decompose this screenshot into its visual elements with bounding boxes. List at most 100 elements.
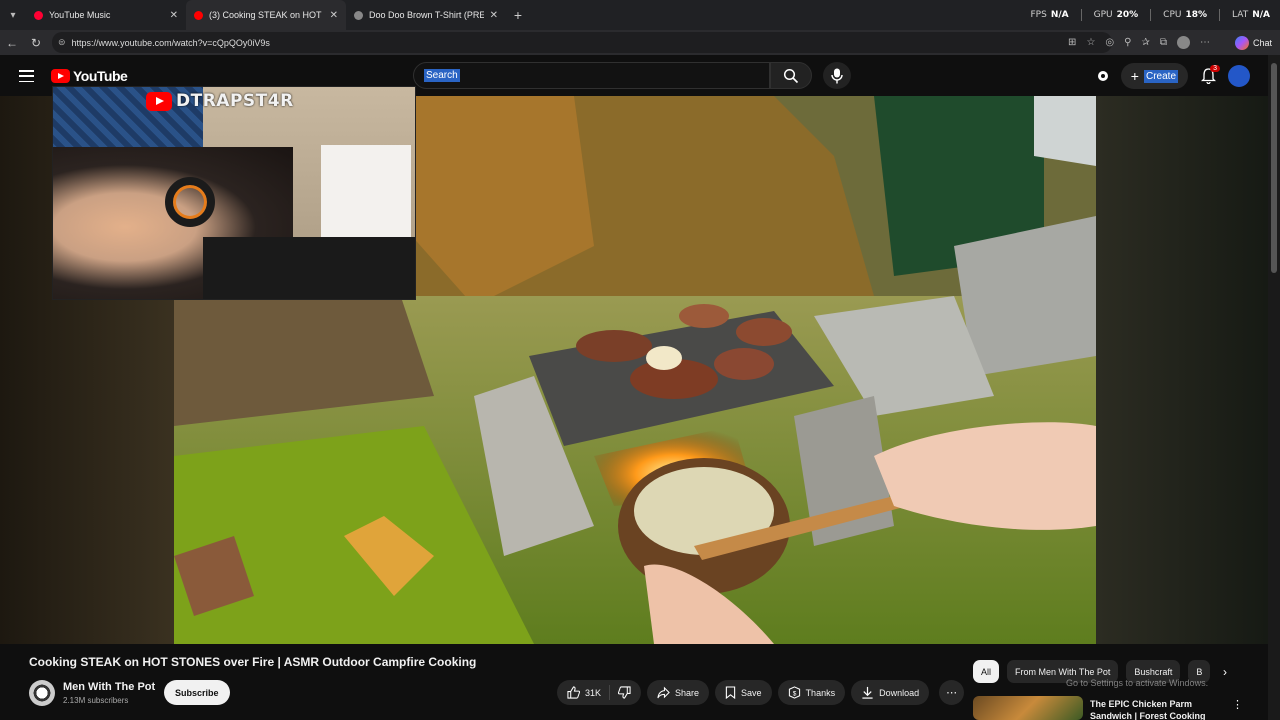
page-scrollbar[interactable]	[1268, 55, 1280, 720]
thanks-label: Thanks	[805, 687, 836, 698]
youtube-music-favicon-icon	[34, 10, 43, 20]
thumbs-down-icon	[618, 686, 631, 699]
account-avatar[interactable]	[1228, 65, 1250, 87]
tab-list-chevron-icon[interactable]: ▾	[0, 0, 26, 30]
streamer-webcam-overlay: DTRAPST4R	[52, 86, 416, 300]
youtube-logo-icon	[146, 91, 172, 111]
more-actions-icon[interactable]: ⋯	[939, 680, 965, 705]
scrollbar-thumb[interactable]	[1271, 63, 1277, 273]
dislike-button[interactable]	[610, 686, 641, 699]
download-label: Download	[879, 687, 920, 698]
tab-label: (3) Cooking STEAK on HOT STONE	[209, 10, 324, 20]
gpu-label: GPU	[1093, 10, 1113, 20]
youtube-logo[interactable]: YouTube	[51, 68, 128, 84]
like-button[interactable]: 31K	[557, 685, 611, 700]
lat-value: N/A	[1252, 10, 1270, 20]
save-button[interactable]: Save	[715, 680, 772, 705]
subscribe-button[interactable]: Subscribe	[164, 680, 230, 705]
close-tab-icon[interactable]: ✕	[490, 10, 498, 21]
windows-activation-watermark: Go to Settings to activate Windows.	[1066, 678, 1209, 688]
cpu-value: 18%	[1185, 10, 1208, 20]
voice-search-button[interactable]	[823, 62, 851, 89]
menu-hamburger-icon[interactable]	[19, 70, 34, 82]
tab-label: Doo Doo Brown T-Shirt (PRE-ORD	[369, 10, 484, 20]
search-box[interactable]: Search	[413, 62, 770, 89]
performance-overlay: FPS N/A GPU 20% CPU 18% LAT N/A	[1030, 0, 1270, 30]
favorite-star-icon[interactable]: ☆	[1086, 37, 1095, 48]
address-bar-icons: ⊞ ☆ ◎ ⚲ ✰ ⧉ ⋯	[1068, 30, 1210, 55]
create-label: Create	[1143, 69, 1178, 83]
url-text: https://www.youtube.com/watch?v=cQpQOy0i…	[71, 37, 270, 48]
collections-icon[interactable]: ⧉	[1160, 37, 1167, 48]
studio-gear-icon[interactable]	[1095, 68, 1111, 84]
site-info-icon[interactable]: ⊜	[58, 37, 66, 48]
streamer-name-tag: DTRAPST4R	[146, 87, 294, 115]
profile-avatar-icon[interactable]	[1177, 36, 1190, 49]
plus-icon: +	[1130, 68, 1139, 84]
super-thanks-icon: $	[788, 686, 800, 699]
recommendation-thumbnail[interactable]	[973, 696, 1083, 720]
tab-youtube-music[interactable]: YouTube Music ✕	[26, 0, 186, 30]
channel-name[interactable]: Men With The Pot	[63, 681, 155, 693]
recommendation-more-icon[interactable]: ⋮	[1232, 698, 1243, 711]
browser-tab-bar: ▾ YouTube Music ✕ (3) Cooking STEAK on H…	[0, 0, 1280, 30]
create-button[interactable]: + Create	[1120, 63, 1188, 89]
back-arrow-icon[interactable]: ←	[0, 30, 24, 55]
new-tab-plus-icon[interactable]: +	[506, 0, 530, 30]
divider	[1080, 9, 1082, 21]
thanks-button[interactable]: $ Thanks	[777, 680, 846, 705]
lat-label: LAT	[1232, 10, 1249, 20]
channel-avatar[interactable]	[29, 680, 55, 706]
subscriber-count: 2.13M subscribers	[63, 696, 129, 705]
refresh-extension-icon[interactable]: ◎	[1105, 37, 1114, 48]
divider	[1150, 9, 1152, 21]
share-button[interactable]: Share	[647, 680, 710, 705]
tab-label: YouTube Music	[49, 10, 111, 20]
recommendation-title[interactable]: The EPIC Chicken Parm Sandwich | Forest …	[1090, 698, 1220, 720]
headset-icon	[165, 177, 215, 227]
search-icon	[783, 68, 799, 83]
youtube-favicon-icon	[194, 10, 203, 20]
bookmark-icon	[725, 686, 736, 699]
copilot-chat-button[interactable]: Chat	[1234, 34, 1272, 51]
ambient-glow-right	[1096, 96, 1268, 644]
tab-doo-doo-brown[interactable]: Doo Doo Brown T-Shirt (PRE-ORD ✕	[346, 0, 506, 30]
download-icon	[862, 686, 873, 699]
divider	[1219, 9, 1221, 21]
notification-count-badge: 3	[1210, 65, 1220, 72]
close-tab-icon[interactable]: ✕	[330, 10, 338, 21]
thumbs-up-icon	[567, 686, 580, 699]
channel-meta: Men With The Pot 2.13M subscribers	[63, 681, 155, 705]
search-button[interactable]	[770, 62, 812, 89]
youtube-play-logo-icon	[51, 69, 70, 83]
download-button[interactable]: Download	[851, 680, 930, 705]
notifications-button[interactable]: 3	[1198, 65, 1220, 86]
like-dislike-group: 31K	[557, 680, 642, 705]
close-tab-icon[interactable]: ✕	[170, 10, 178, 21]
fps-value: N/A	[1050, 10, 1069, 20]
chip-all[interactable]: All	[973, 660, 1000, 683]
chat-label: Chat	[1252, 37, 1272, 48]
tab-cooking-steak[interactable]: (3) Cooking STEAK on HOT STONE ✕	[186, 0, 346, 30]
copilot-icon	[1234, 35, 1249, 50]
fps-label: FPS	[1030, 10, 1047, 20]
like-count: 31K	[585, 687, 602, 698]
extension-icon[interactable]: ⚲	[1124, 37, 1131, 48]
cpu-label: CPU	[1163, 10, 1182, 20]
save-label: Save	[741, 687, 762, 698]
svg-text:$: $	[792, 690, 796, 697]
video-actions: 31K Share Save $ Thanks Download ⋯	[557, 680, 965, 705]
favorites-icon[interactable]: ✰	[1141, 37, 1149, 48]
gpu-value: 20%	[1116, 10, 1139, 20]
search-input[interactable]: Search	[424, 69, 460, 82]
chevron-right-icon[interactable]: ›	[1217, 664, 1233, 680]
apps-icon[interactable]: ⊞	[1068, 37, 1076, 48]
url-field[interactable]: ⊜ https://www.youtube.com/watch?v=cQpQOy…	[52, 32, 1112, 53]
more-options-icon[interactable]: ⋯	[1200, 37, 1210, 48]
reload-icon[interactable]: ↻	[24, 30, 48, 55]
header-actions: + Create 3	[1095, 63, 1250, 89]
shop-favicon-icon	[354, 10, 363, 20]
webcam-desk-shadow	[203, 237, 415, 299]
channel-info: Men With The Pot 2.13M subscribers	[29, 678, 155, 708]
streamer-name: DTRAPST4R	[176, 91, 294, 111]
